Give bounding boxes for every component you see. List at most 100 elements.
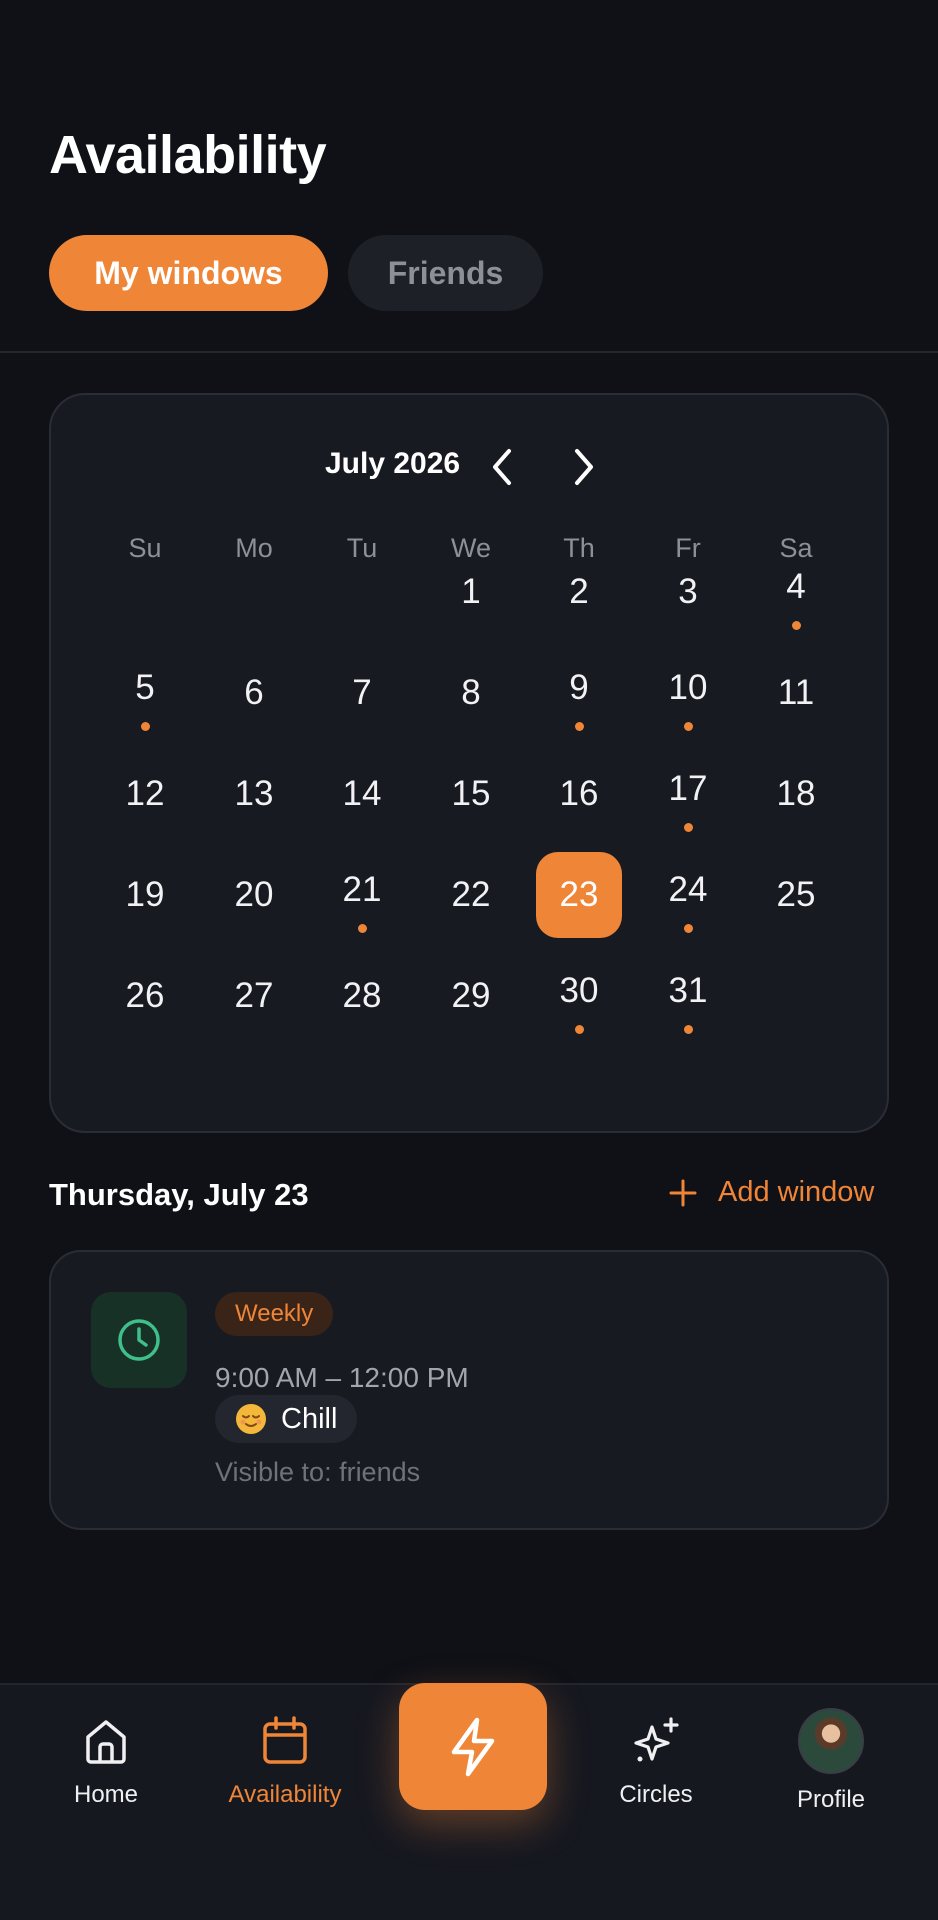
calendar-day-number: 24: [668, 870, 708, 909]
calendar-day-number: 22: [451, 875, 491, 914]
calendar-day[interactable]: 10: [645, 650, 731, 736]
calendar-day[interactable]: 19: [102, 852, 188, 938]
tab-friends[interactable]: Friends: [348, 235, 543, 311]
calendar-day[interactable]: 26: [102, 953, 188, 1039]
mood-chip: Chill: [215, 1395, 358, 1443]
quick-action-button[interactable]: [399, 1683, 547, 1810]
availability-dot: [141, 722, 150, 731]
calendar-day-number: 19: [125, 875, 165, 914]
calendar-day-number: 16: [559, 774, 599, 813]
calendar-day-number: 5: [135, 668, 155, 707]
mood-label: Chill: [281, 1402, 338, 1435]
calendar-day[interactable]: 14: [319, 751, 405, 837]
calendar-card: July 2026 Su Mo Tu We Th Fr Sa 1 2 3 4 5 6 7 8 9 10 11 12…: [49, 393, 889, 1133]
calendar-day[interactable]: 6: [211, 650, 297, 736]
add-window-button[interactable]: Add window: [668, 1176, 874, 1209]
calendar-day[interactable]: 21: [319, 852, 405, 938]
window-time-range: 9:00 AM – 12:00 PM: [215, 1362, 469, 1393]
calendar-day-number: 11: [777, 673, 815, 712]
calendar-day-number: 20: [234, 875, 274, 914]
calendar-day-number: 25: [776, 875, 816, 914]
calendar-month-label: July 2026: [325, 447, 461, 480]
calendar-day[interactable]: 29: [428, 953, 514, 1039]
calendar-day[interactable]: 25: [753, 852, 839, 938]
lightning-icon: [451, 1717, 495, 1776]
chevron-left-icon[interactable]: [485, 446, 519, 488]
calendar-day-number: 14: [342, 774, 382, 813]
calendar-day-number: 15: [451, 774, 491, 813]
calendar-day[interactable]: 13: [211, 751, 297, 837]
calendar-day-number: 30: [559, 971, 599, 1010]
calendar-day[interactable]: 18: [753, 751, 839, 837]
calendar-day-number: 27: [234, 976, 274, 1015]
calendar-day-selected[interactable]: 23: [536, 852, 622, 938]
calendar-day-number: 13: [234, 774, 274, 813]
calendar-day[interactable]: 5: [102, 650, 188, 736]
calendar-day-number: 4: [786, 567, 806, 606]
avatar[interactable]: [798, 1708, 864, 1774]
calendar-day[interactable]: 30: [536, 953, 622, 1039]
calendar-day-number: 3: [678, 572, 698, 611]
selected-date-heading: Thursday, July 23: [49, 1177, 309, 1212]
nav-label-home: Home: [73, 1781, 139, 1808]
calendar-day-number: 10: [668, 668, 708, 707]
calendar-day-number: 8: [461, 673, 481, 712]
availability-dot: [684, 924, 693, 933]
calendar-day[interactable]: 27: [211, 953, 297, 1039]
weekday-label: Tu: [346, 533, 378, 563]
calendar-day-number: 17: [668, 769, 708, 808]
calendar-day[interactable]: 17: [645, 751, 731, 837]
calendar-day[interactable]: 12: [102, 751, 188, 837]
recurrence-badge: Weekly: [215, 1292, 334, 1336]
availability-dot: [575, 1025, 584, 1034]
calendar-day[interactable]: 2: [536, 549, 622, 635]
calendar-day[interactable]: 24: [645, 852, 731, 938]
calendar-day[interactable]: 8: [428, 650, 514, 736]
add-window-label: Add window: [718, 1176, 875, 1208]
relieved-face-emoji: [236, 1404, 266, 1434]
calendar-day-number: 31: [668, 971, 708, 1010]
clock-icon: [118, 1319, 160, 1361]
window-icon-box: [91, 1292, 187, 1388]
calendar-icon: [263, 1716, 307, 1764]
weekday-label: Su: [128, 533, 162, 563]
visibility-text: Visible to: friends: [215, 1457, 421, 1487]
calendar-day-number: 21: [342, 870, 382, 909]
calendar-day-number: 28: [342, 976, 382, 1015]
calendar-day-number: 9: [569, 668, 589, 707]
nav-label-profile: Profile: [796, 1786, 866, 1813]
calendar-day[interactable]: 22: [428, 852, 514, 938]
plus-icon: [669, 1179, 697, 1206]
availability-dot: [684, 823, 693, 832]
calendar-day[interactable]: 7: [319, 650, 405, 736]
tab-my-windows[interactable]: My windows: [49, 235, 328, 311]
calendar-day-number: 12: [125, 774, 165, 813]
availability-dot: [684, 1025, 693, 1034]
availability-dot: [792, 621, 801, 630]
calendar-day[interactable]: 11: [753, 650, 839, 736]
calendar-day[interactable]: 31: [645, 953, 731, 1039]
calendar-day[interactable]: 9: [536, 650, 622, 736]
calendar-day[interactable]: 20: [211, 852, 297, 938]
calendar-day-number: 23: [559, 875, 599, 914]
sparkles-icon: [634, 1717, 679, 1762]
calendar-day-number: 18: [776, 774, 816, 813]
calendar-day-number: 1: [461, 572, 481, 611]
calendar-day[interactable]: 15: [428, 751, 514, 837]
calendar-day[interactable]: 16: [536, 751, 622, 837]
header-divider: [0, 351, 938, 353]
availability-dot: [358, 924, 367, 933]
calendar-day[interactable]: 4: [753, 549, 839, 635]
nav-label-availability: Availability: [228, 1781, 342, 1808]
calendar-day[interactable]: 28: [319, 953, 405, 1039]
calendar-day-number: 7: [352, 673, 372, 712]
home-icon: [86, 1720, 126, 1764]
chevron-right-icon[interactable]: [567, 446, 601, 488]
calendar-day[interactable]: 1: [428, 549, 514, 635]
calendar-day-number: 29: [451, 976, 491, 1015]
page-title: Availability: [49, 125, 327, 185]
availability-window-card[interactable]: Weekly 9:00 AM – 12:00 PM Chill Visible …: [49, 1250, 889, 1530]
calendar-day-number: 6: [244, 673, 264, 712]
nav-label-circles: Circles: [619, 1781, 693, 1808]
calendar-day[interactable]: 3: [645, 549, 731, 635]
